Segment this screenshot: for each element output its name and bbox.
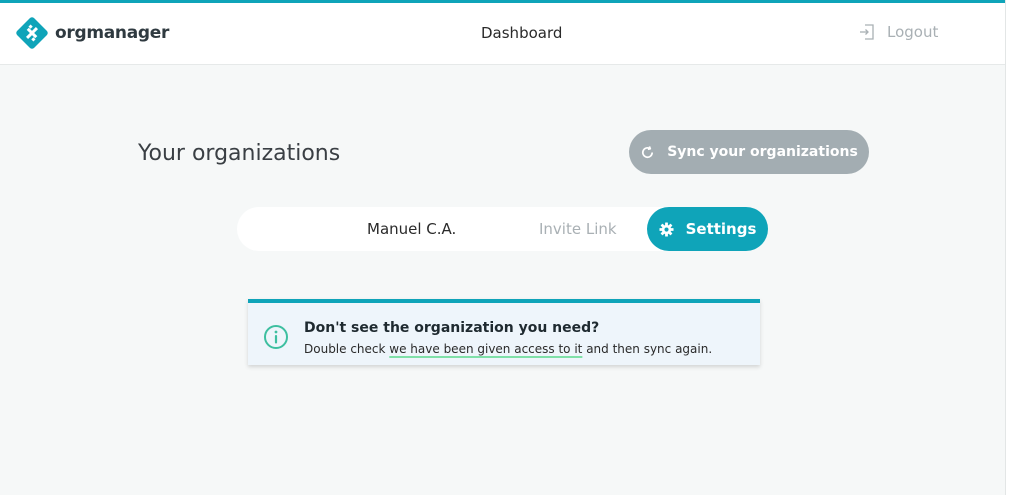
notice-text-before: Double check	[304, 342, 390, 356]
access-help-link[interactable]: we have been given access to it	[389, 342, 582, 356]
notice-text: Double check we have been given access t…	[304, 342, 712, 356]
orgmanager-logo-icon	[16, 17, 48, 49]
organization-tabs: Manuel C.A. Invite Link Settings	[237, 207, 768, 251]
gear-icon	[659, 221, 674, 237]
sync-organizations-button[interactable]: Sync your organizations	[629, 130, 869, 174]
tab-settings-label: Settings	[685, 220, 757, 238]
notice-title: Don't see the organization you need?	[304, 320, 600, 336]
sign-out-icon	[860, 24, 874, 40]
refresh-icon	[642, 145, 654, 158]
info-notice: Don't see the organization you need? Dou…	[248, 299, 760, 365]
logout-link[interactable]: Logout	[858, 23, 938, 41]
tab-settings[interactable]: Settings	[647, 207, 768, 251]
info-icon	[264, 325, 288, 349]
tab-user[interactable]: Manuel C.A.	[367, 207, 456, 251]
nav-dashboard-link[interactable]: Dashboard	[481, 24, 562, 42]
brand-name: orgmanager	[55, 23, 170, 43]
logout-label: Logout	[887, 23, 939, 41]
page-title: Your organizations	[138, 141, 341, 166]
top-navbar: orgmanager Dashboard Logout	[0, 3, 1005, 65]
brand[interactable]: orgmanager	[15, 16, 169, 50]
sync-button-label: Sync your organizations	[667, 144, 858, 160]
notice-text-after: and then sync again.	[582, 342, 713, 356]
scrollbar[interactable]	[1005, 0, 1010, 495]
tab-invite-link[interactable]: Invite Link	[539, 207, 617, 251]
